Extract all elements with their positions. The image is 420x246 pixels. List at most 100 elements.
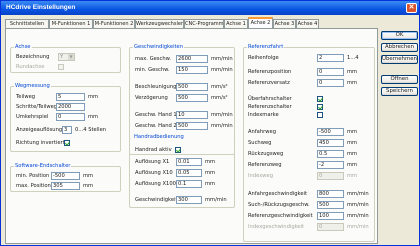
aufloesung-x100-input[interactable]: 0.1 xyxy=(176,180,202,188)
uebernehmen-button[interactable]: Übernehmen xyxy=(381,55,418,64)
ueberfahrschalter-checkbox[interactable] xyxy=(317,96,323,102)
aufloesung-x10-input[interactable]: 0.05 xyxy=(176,169,202,177)
umkehrspiel-input[interactable]: 0 xyxy=(56,113,85,121)
indexweg-input[interactable]: 0 xyxy=(317,172,344,180)
indexgeschw-unit: mm/min xyxy=(347,224,369,230)
anzeige-label: Anzeigeauflösung xyxy=(16,127,63,133)
min-geschw-input[interactable]: 150 xyxy=(176,66,208,74)
reihenfolge-unit: 1...4 xyxy=(347,55,359,61)
reihenfolge-input[interactable]: 2 xyxy=(317,54,344,62)
richtung-label: Richtung invertiert xyxy=(16,140,65,146)
rueckzugsweg-input[interactable]: 0.5 xyxy=(317,150,344,158)
verzoegerung-label: Verzögerung xyxy=(135,95,168,101)
tab-achse-4[interactable]: Achse 4 xyxy=(296,19,319,28)
indexgeschw-input[interactable]: 0 xyxy=(317,223,344,231)
suchweg-label: Suchweg xyxy=(248,140,272,146)
suchgeschw-label: Such-/Rückzugsgeschw. xyxy=(248,202,310,208)
min-position-input[interactable]: -500 xyxy=(51,172,80,180)
group-title-endschalter: Software-Endschalter xyxy=(14,163,72,170)
teilweg-unit: mm xyxy=(88,94,99,100)
handrad-geschw-unit: mm/min xyxy=(205,197,227,203)
tab-werkzeugwechsler[interactable]: Werkzeugwechsler xyxy=(135,19,184,28)
group-achse: Achse Bezeichnung Y ▼ Rundachse xyxy=(10,44,121,73)
group-title-geschwindigkeiten: Geschwindigkeiten xyxy=(133,44,185,51)
handrad-geschw-input[interactable]: 300 xyxy=(176,196,202,204)
window-title: HCdrive Einstellungen xyxy=(6,4,76,11)
aufloesung-x1-input[interactable]: 0.01 xyxy=(176,158,202,166)
bezeichnung-select[interactable]: Y ▼ xyxy=(58,53,75,61)
indexmarke-checkbox[interactable] xyxy=(317,112,323,118)
schritte-input[interactable]: 2000 xyxy=(56,103,85,111)
handrad-aktiv-checkbox[interactable] xyxy=(175,147,181,153)
anfahrweg-input[interactable]: -500 xyxy=(317,128,344,136)
anfahrgeschw-input[interactable]: 800 xyxy=(317,190,344,198)
max-geschw-unit: mm/min xyxy=(211,56,233,62)
ok-button[interactable]: OK xyxy=(381,31,418,40)
referenzgeschw-label: Referenzgeschwindigkeit xyxy=(248,213,313,219)
geschw-hand2-unit: mm/min xyxy=(211,123,233,129)
anfahrgeschw-unit: mm/min xyxy=(347,191,369,197)
suchgeschw-input[interactable]: 500 xyxy=(317,201,344,209)
max-position-label: max. Position xyxy=(16,183,51,189)
suchweg-input[interactable]: 450 xyxy=(317,139,344,147)
settings-window: HCdrive Einstellungen ✕ Schnittstellen M… xyxy=(0,0,420,246)
speichern-button[interactable]: Speichern xyxy=(381,87,418,96)
referenzposition-label: Referenzposition xyxy=(248,69,292,75)
chevron-down-icon: ▼ xyxy=(68,54,74,60)
referenzgeschw-input[interactable]: 100 xyxy=(317,212,344,220)
anzeige-input[interactable]: 3 xyxy=(62,126,72,134)
referenzgeschw-unit: mm/min xyxy=(347,213,369,219)
verzoegerung-unit: mm/s² xyxy=(211,95,228,101)
teilweg-input[interactable]: 5 xyxy=(56,93,85,101)
verzoegerung-input[interactable]: 500 xyxy=(176,94,208,102)
close-icon[interactable]: ✕ xyxy=(406,3,417,13)
max-position-input[interactable]: 305 xyxy=(51,182,80,190)
group-title-referenzfahrt: Referenzfahrt xyxy=(247,44,285,51)
referenzweg-input[interactable]: -2 xyxy=(317,161,344,169)
aufloesung-x100-label: Auflösung X100 xyxy=(135,181,176,187)
anfahrgeschw-label: Anfahrgeschwindigkeit xyxy=(248,191,307,197)
oeffnen-button[interactable]: Öffnen xyxy=(381,75,418,84)
referenzweg-unit: mm xyxy=(347,162,358,168)
aufloesung-x100-unit: mm xyxy=(205,181,216,187)
group-referenzfahrt: Referenzfahrt Reihenfolge 2 1...4 Refere… xyxy=(243,44,375,242)
geschw-hand2-input[interactable]: 500 xyxy=(176,122,208,130)
min-geschw-unit: mm/min xyxy=(211,67,233,73)
tab-achse-3[interactable]: Achse 3 xyxy=(273,19,296,28)
bezeichnung-value: Y xyxy=(60,54,64,60)
group-wegmessung: Wegmessung Teilweg 5 mm Schritte/Teilweg… xyxy=(10,83,121,152)
beschleunigung-label: Beschleunigung xyxy=(135,84,177,90)
tab-panel-achse-2: Achse Bezeichnung Y ▼ Rundachse Wegmessu… xyxy=(5,28,378,244)
max-geschw-label: max. Geschw. xyxy=(135,56,172,62)
rundachse-checkbox[interactable] xyxy=(58,64,64,70)
referenzposition-input[interactable]: 0 xyxy=(317,68,344,76)
anzeige-unit: 0...4 Stellen xyxy=(75,127,107,133)
suchweg-unit: mm xyxy=(347,140,358,146)
beschleunigung-input[interactable]: 500 xyxy=(176,83,208,91)
rueckzugsweg-unit: mm xyxy=(347,151,358,157)
group-handradbedienung: Handradbedienung Handrad aktiv Auflösung… xyxy=(129,134,235,208)
richtung-checkbox[interactable] xyxy=(64,140,70,146)
tab-schnittstellen[interactable]: Schnittstellen xyxy=(5,19,49,28)
referenzschalter-checkbox[interactable] xyxy=(317,104,323,110)
window-titlebar[interactable]: HCdrive Einstellungen ✕ xyxy=(1,1,419,15)
tab-m-funktionen-2[interactable]: M-Funktionen 2 xyxy=(93,19,135,28)
aufloesung-x1-unit: mm xyxy=(205,159,216,165)
tab-cnc-programm[interactable]: CNC-Programm xyxy=(184,19,224,28)
max-position-unit: mm xyxy=(83,183,94,189)
min-geschw-label: min. Geschw. xyxy=(135,67,170,73)
referenzversatz-input[interactable]: 0 xyxy=(317,79,344,87)
geschw-hand1-input[interactable]: 10 xyxy=(176,111,208,119)
referenzposition-unit: mm xyxy=(347,69,358,75)
referenzversatz-unit: mm xyxy=(347,80,358,86)
tab-achse-2[interactable]: Achse 2 xyxy=(248,17,273,28)
bezeichnung-label: Bezeichnung xyxy=(16,54,50,60)
tab-achse-1[interactable]: Achse 1 xyxy=(224,19,248,28)
abbrechen-button[interactable]: Abbrechen xyxy=(381,43,418,52)
max-geschw-input[interactable]: 2600 xyxy=(176,55,208,63)
tab-m-funktionen-1[interactable]: M-Funktionen 1 xyxy=(49,19,93,28)
geschw-hand2-label: Geschw. Hand 2 xyxy=(135,123,177,129)
ueberfahrschalter-label: Überfahrschalter xyxy=(248,96,292,102)
umkehrspiel-unit: mm xyxy=(88,114,99,120)
teilweg-label: Teilweg xyxy=(16,94,36,100)
